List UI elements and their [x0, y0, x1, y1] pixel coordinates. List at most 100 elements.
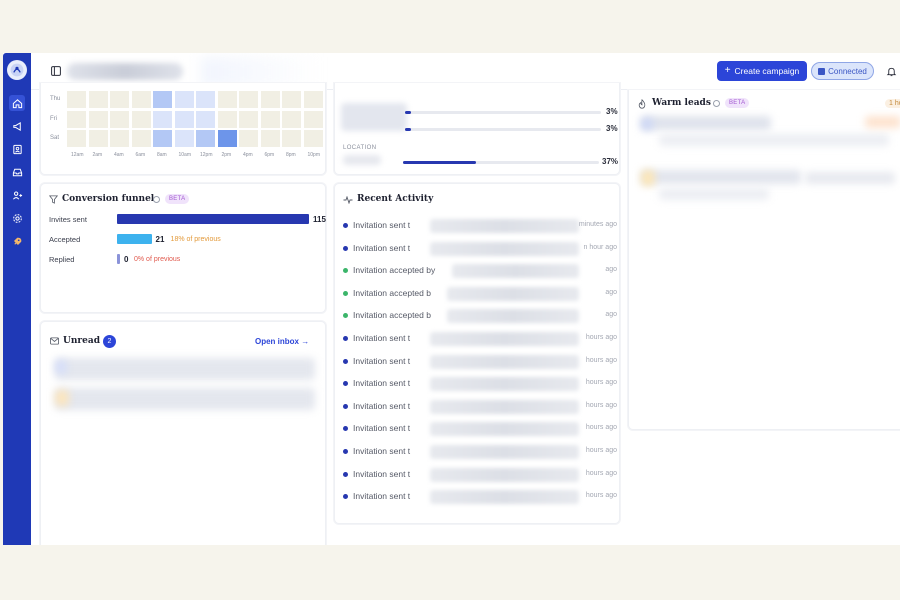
activity-status-dot: [343, 494, 348, 500]
app-window: + Create campaign Connected Thu Fri Sat 12a…: [3, 53, 900, 545]
heatmap-x-label: 12pm: [200, 151, 213, 158]
activity-item[interactable]: Invitation sent t n hour ago: [343, 241, 619, 256]
activity-item[interactable]: Invitation sent t hours ago: [343, 399, 619, 414]
heatmap-cell[interactable]: [131, 130, 151, 147]
sidebar-item-users[interactable]: [9, 187, 25, 203]
heatmap-cell[interactable]: [260, 91, 280, 108]
location-bar-1: [405, 111, 411, 114]
activity-text: Invitation sent t: [353, 378, 411, 389]
lead-name-redacted[interactable]: [641, 170, 801, 184]
home-icon: [12, 98, 22, 108]
linkedin-connected-button[interactable]: Connected: [811, 62, 874, 80]
activity-item[interactable]: Invitation sent t hours ago: [343, 377, 619, 392]
warm-leads-card: Warm leads BETA 1 ho: [628, 90, 900, 430]
sidebar-item-home[interactable]: [9, 95, 25, 111]
activity-item[interactable]: Invitation accepted b ago: [343, 309, 619, 324]
activity-status-dot: [343, 449, 348, 454]
activity-time: hours ago: [585, 469, 617, 477]
sidebar-item-campaigns[interactable]: [9, 118, 25, 134]
activity-text: Invitation accepted b: [353, 310, 431, 321]
unread-item-redacted[interactable]: [55, 358, 315, 380]
activity-text: Invitation sent t: [353, 242, 411, 253]
heatmap-cell[interactable]: [110, 130, 129, 147]
activity-item[interactable]: Invitation sent t hours ago: [343, 354, 619, 369]
heatmap-cell[interactable]: [88, 110, 108, 128]
heatmap-cell[interactable]: [174, 110, 194, 128]
heatmap-cell[interactable]: [239, 91, 258, 108]
activity-time: ago: [605, 266, 617, 274]
heatmap-cell[interactable]: [153, 130, 172, 147]
info-icon[interactable]: [153, 196, 160, 203]
activity-item[interactable]: Invitation sent t hours ago: [343, 490, 619, 505]
lead-name-redacted[interactable]: [641, 116, 771, 130]
heatmap-cell[interactable]: [217, 130, 237, 147]
heatmap-cell[interactable]: [260, 130, 280, 147]
heatmap-cell[interactable]: [217, 110, 237, 128]
heatmap-cell[interactable]: [282, 110, 301, 128]
location-bar-track-1: [405, 111, 601, 114]
activity-item[interactable]: Invitation sent t hours ago: [343, 332, 619, 346]
lead-avatar-redacted: [641, 118, 653, 130]
activity-text: Invitation sent t: [353, 400, 411, 411]
megaphone-icon: [12, 121, 21, 131]
heatmap-cell[interactable]: [260, 110, 280, 128]
sidebar-item-settings[interactable]: [9, 210, 25, 226]
activity-text: Invitation sent t: [353, 355, 411, 366]
location-pct-3: 37%: [602, 157, 619, 166]
activity-item[interactable]: Invitation sent t minutes ago: [343, 219, 619, 233]
activity-text: Invitation sent t: [353, 468, 411, 479]
activity-time: hours ago: [585, 492, 617, 500]
heatmap-cell[interactable]: [303, 130, 323, 147]
heatmap-cell[interactable]: [67, 110, 86, 128]
heatmap-cell[interactable]: [174, 130, 194, 147]
sidebar-item-rocket[interactable]: [9, 233, 25, 249]
heatmap-cell[interactable]: [217, 91, 237, 108]
location-bar-3: [403, 161, 476, 164]
heatmap-cell[interactable]: [131, 91, 151, 108]
activity-name-redacted: [429, 219, 579, 233]
activity-time: ago: [605, 288, 617, 296]
heatmap-cell[interactable]: [67, 130, 86, 147]
heatmap-cell[interactable]: [67, 91, 86, 108]
heatmap-cell[interactable]: [239, 130, 258, 147]
heatmap-cell[interactable]: [196, 91, 215, 108]
heatmap-cell[interactable]: [110, 91, 129, 108]
heatmap-cell[interactable]: [303, 110, 323, 128]
activity-item[interactable]: Invitation sent t hours ago: [343, 445, 619, 459]
bell-icon[interactable]: [886, 66, 897, 77]
activity-item[interactable]: Invitation sent t hours ago: [343, 422, 619, 437]
info-icon[interactable]: [713, 100, 720, 107]
activity-name-redacted: [429, 332, 579, 346]
location-card: 3% 3% LOCATION 37%: [334, 83, 620, 175]
heatmap-cell[interactable]: [196, 110, 215, 128]
activity-item[interactable]: Invitation accepted by ago: [343, 264, 619, 279]
heatmap-cell[interactable]: [196, 130, 215, 147]
unread-item-redacted[interactable]: [55, 388, 315, 410]
heatmap-cell[interactable]: [174, 91, 194, 108]
activity-status-dot: [343, 336, 348, 341]
heatmap-cell[interactable]: [303, 91, 323, 108]
heatmap-cell[interactable]: [88, 130, 108, 147]
app-logo[interactable]: [7, 60, 27, 80]
open-inbox-link[interactable]: Open inbox →: [255, 337, 309, 346]
heatmap-cell[interactable]: [153, 91, 172, 108]
funnel-bar: [117, 214, 309, 224]
funnel-value: 115: [313, 215, 326, 224]
activity-item[interactable]: Invitation accepted b ago: [343, 286, 619, 301]
activity-item[interactable]: Invitation sent t hours ago: [343, 467, 619, 482]
heatmap-cell[interactable]: [110, 110, 129, 128]
heatmap-cell[interactable]: [88, 91, 108, 108]
sidebar-item-contacts[interactable]: [9, 141, 25, 157]
heatmap-cell[interactable]: [131, 110, 151, 128]
activity-status-dot: [343, 358, 348, 364]
funnel-bar: [117, 254, 120, 264]
heatmap-cell[interactable]: [282, 130, 301, 147]
activity-name-redacted: [429, 445, 579, 459]
sidebar-item-inbox[interactable]: [9, 164, 25, 180]
heatmap-cell[interactable]: [153, 110, 172, 128]
sidebar-toggle-icon[interactable]: [51, 66, 61, 76]
create-campaign-button[interactable]: + Create campaign: [717, 61, 807, 81]
sidebar: [3, 53, 31, 545]
heatmap-cell[interactable]: [239, 110, 258, 128]
heatmap-cell[interactable]: [282, 91, 301, 108]
